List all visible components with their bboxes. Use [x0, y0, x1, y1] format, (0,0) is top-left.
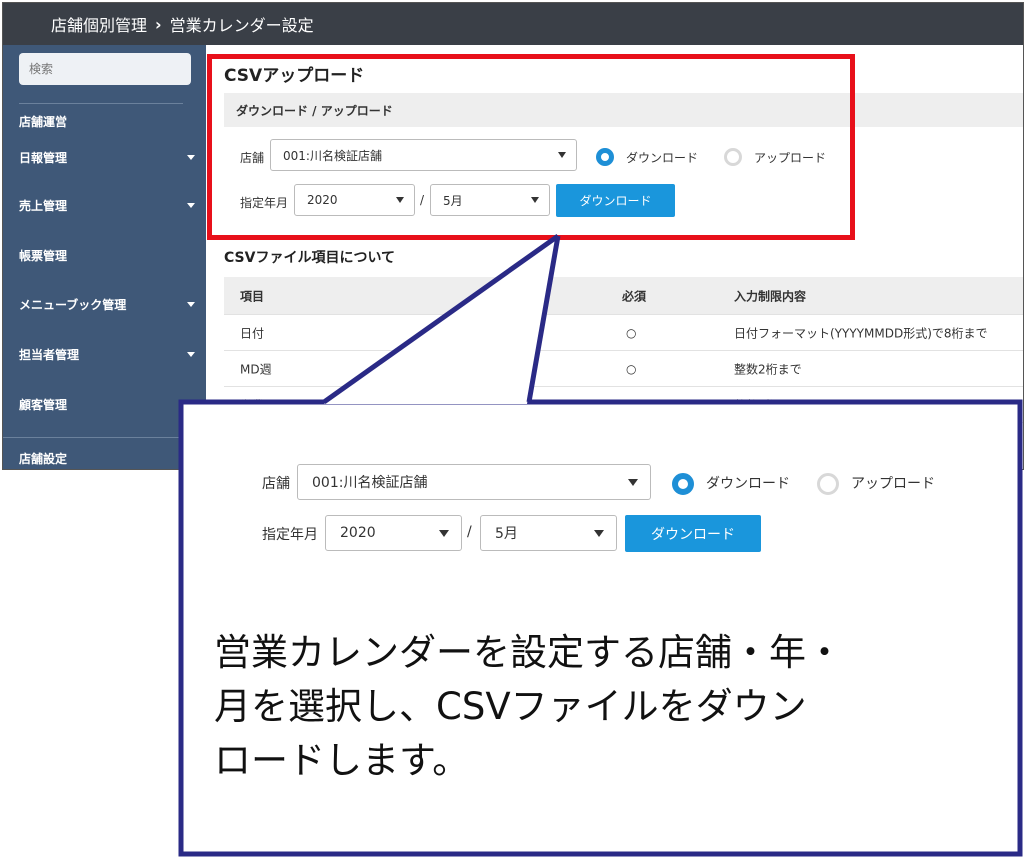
callout-download-radio[interactable]	[672, 473, 694, 495]
callout-content: 店舗 001:川名検証店舗 ダウンロード アップロード 指定年月 2020 / …	[178, 400, 1022, 856]
callout-year-select[interactable]: 2020	[325, 515, 462, 551]
callout-year-select-value: 2020	[340, 525, 376, 541]
callout-date-label: 指定年月	[262, 527, 318, 543]
callout-store-select[interactable]: 001:川名検証店舗	[297, 464, 651, 500]
callout-month-select-value: 5月	[495, 526, 518, 542]
callout-month-select[interactable]: 5月	[480, 515, 617, 551]
callout-store-label: 店舗	[262, 476, 290, 492]
callout-description-line: 月を選択し、CSVファイルをダウン	[214, 685, 807, 728]
dropdown-arrow-icon	[594, 530, 604, 537]
dropdown-arrow-icon	[439, 530, 449, 537]
callout-download-button[interactable]: ダウンロード	[625, 515, 761, 552]
callout-upload-radio-label[interactable]: アップロード	[851, 473, 935, 493]
callout-description: 営業カレンダーを設定する店舗・年・ 月を選択し、CSVファイルをダウン ロードし…	[214, 626, 974, 788]
callout-download-radio-label[interactable]: ダウンロード	[706, 473, 790, 493]
dropdown-arrow-icon	[628, 479, 638, 486]
callout-month-separator: /	[467, 524, 472, 540]
callout-upload-radio[interactable]	[817, 473, 839, 495]
callout-description-line: ロードします。	[214, 739, 470, 782]
callout-store-select-value: 001:川名検証店舗	[312, 475, 428, 491]
callout-description-line: 営業カレンダーを設定する店舗・年・	[214, 631, 843, 674]
